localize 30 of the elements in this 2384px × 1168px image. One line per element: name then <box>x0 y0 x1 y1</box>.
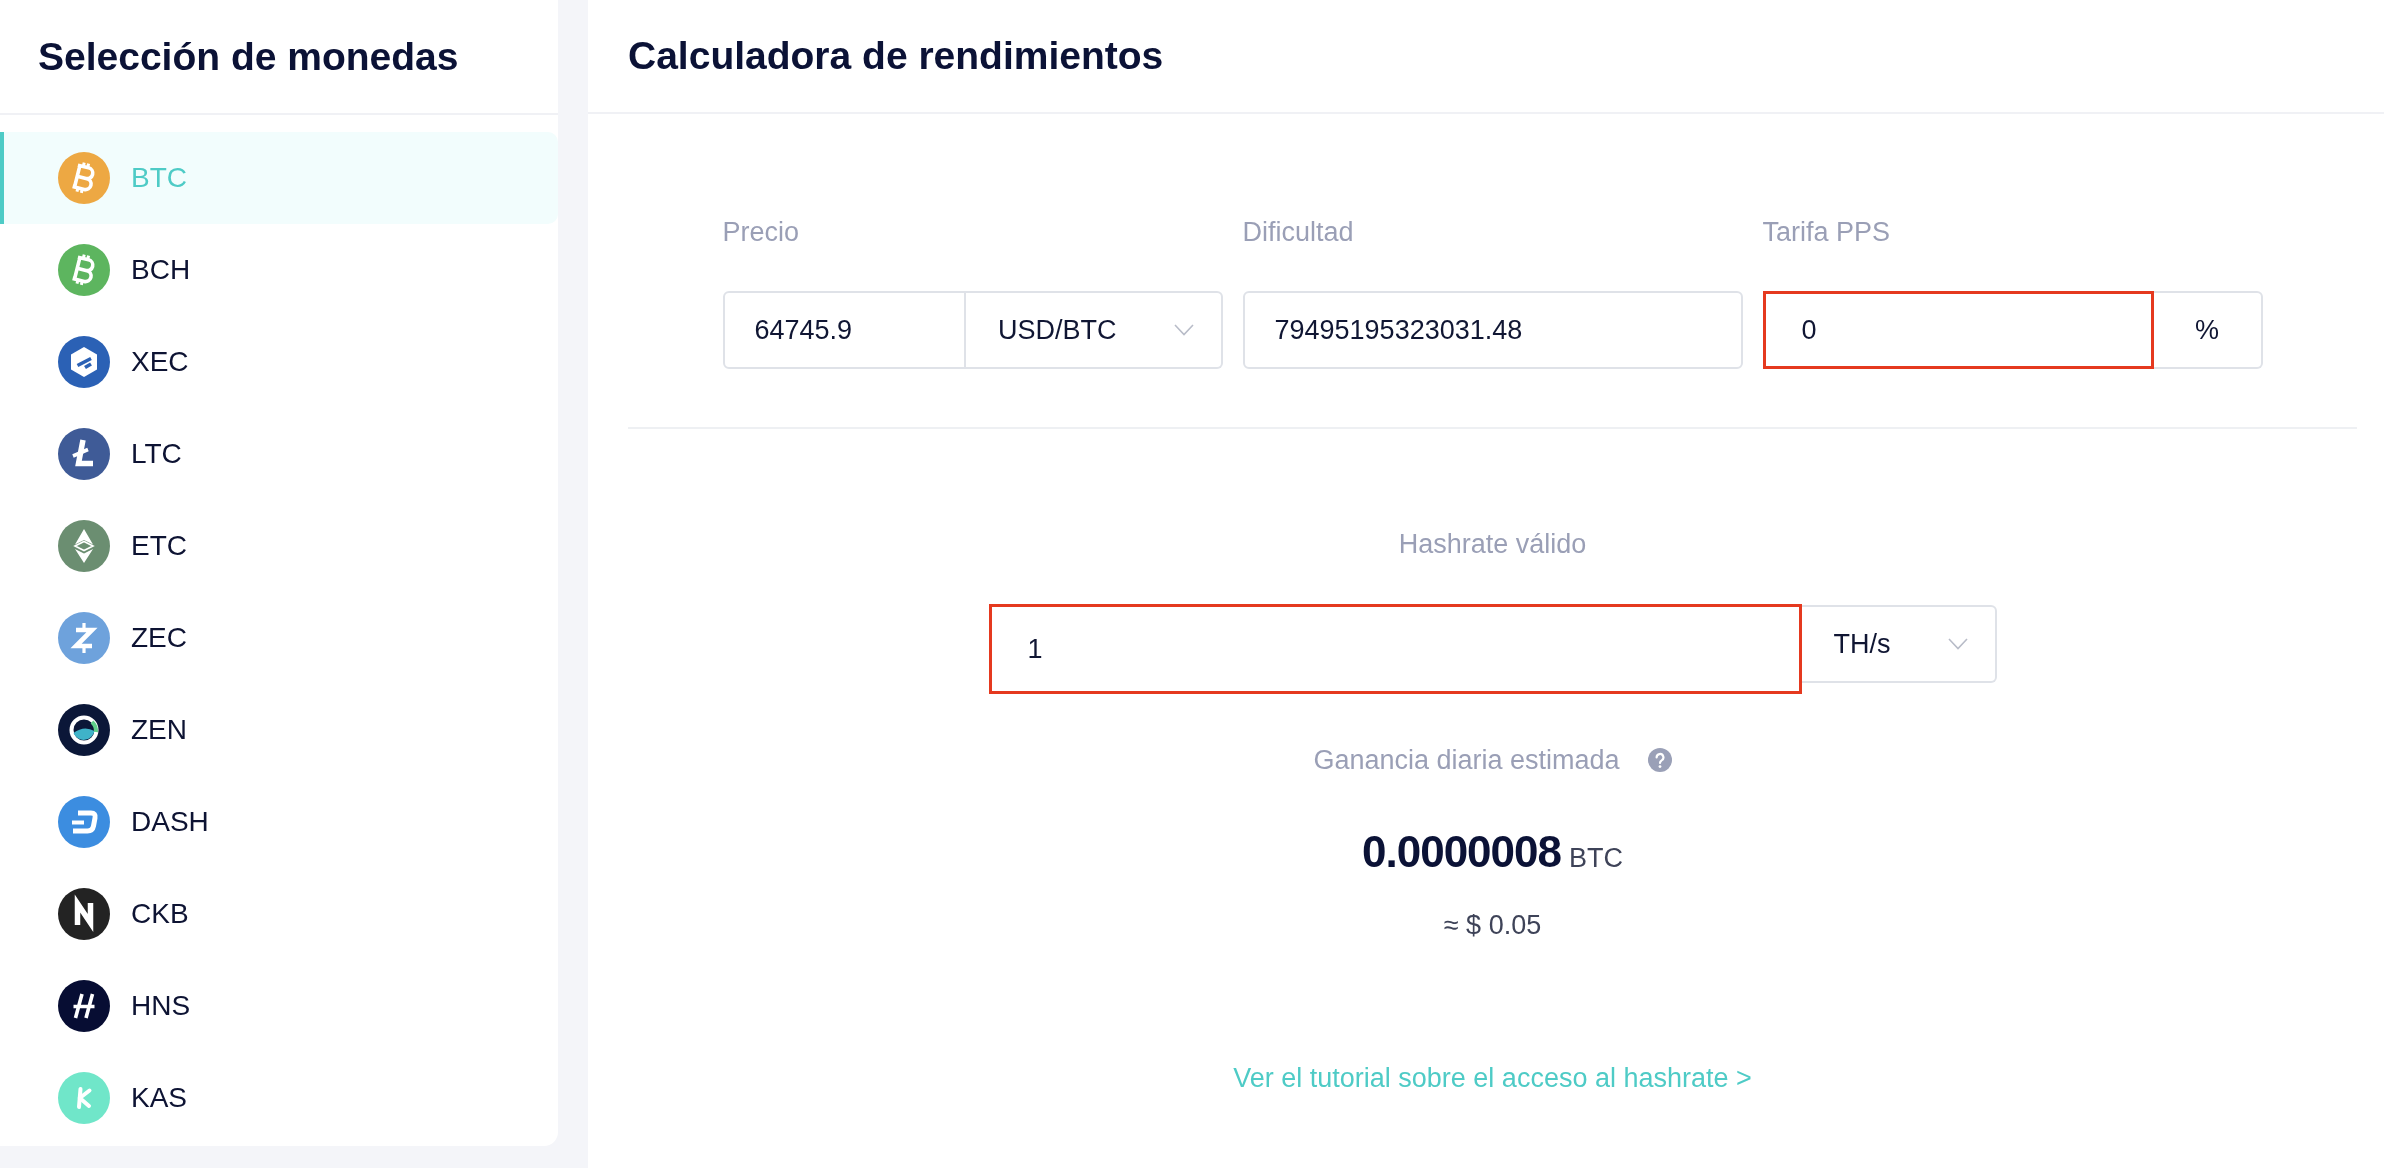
unit-select[interactable]: TH/s <box>1801 605 1997 683</box>
coin-item[interactable]: CKB <box>0 868 558 960</box>
number-input[interactable]: 0 <box>1762 291 2154 369</box>
coin-item[interactable]: DASH <box>0 776 558 868</box>
coin-item[interactable]: XEC <box>0 316 558 408</box>
coin-item[interactable]: ZEC <box>0 592 558 684</box>
help-icon[interactable] <box>1647 748 1672 772</box>
sidebar-title: Selección de monedas <box>38 34 459 79</box>
field-label: Dificultad <box>1242 216 1355 249</box>
calculator-title: Calculadora de rendimientos <box>628 34 1164 78</box>
chevron-down-icon <box>1173 324 1194 336</box>
coin-item[interactable]: HNS <box>0 960 558 1052</box>
field-label: Tarifa PPS <box>1762 216 1892 249</box>
estimate-label: Ganancia diaria estimada <box>1313 744 1620 777</box>
hashrate-input[interactable]: 1 <box>988 604 1802 694</box>
currency-label: BTC <box>1569 842 1623 875</box>
number-input[interactable]: 79495195323031.48 <box>1242 291 1743 369</box>
coin-item[interactable]: LTC <box>0 408 558 500</box>
field-label: Hashrate válido <box>1398 528 1587 561</box>
coin-item[interactable]: KAS <box>0 1052 558 1144</box>
field-label: Precio <box>722 216 801 249</box>
estimate-amount: 0.0000008 <box>1362 826 1561 878</box>
unit-addon: % <box>2153 291 2263 369</box>
number-input[interactable]: 64745.9 <box>722 291 966 369</box>
coin-item[interactable]: ETC <box>0 500 558 592</box>
unit-select[interactable]: USD/BTC <box>966 291 1223 369</box>
coin-item[interactable]: ZEN <box>0 684 558 776</box>
coin-item[interactable]: BCH <box>0 224 558 316</box>
chevron-down-icon <box>1947 638 1968 650</box>
fiat-estimate: ≈ $ 0.05 <box>1443 909 1542 942</box>
